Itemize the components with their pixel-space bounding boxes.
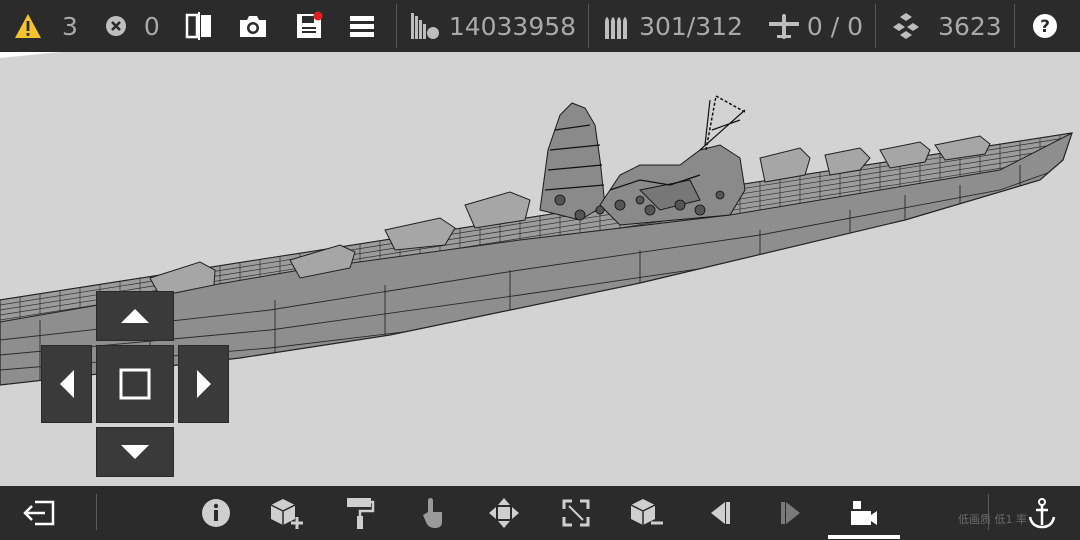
dpad-up-button[interactable] — [96, 291, 174, 341]
camera-icon — [238, 12, 268, 40]
warnings-count: 3 — [62, 11, 78, 41]
warnings-indicator[interactable]: 3 — [14, 0, 78, 52]
bottom-toolbar — [0, 486, 1080, 540]
arrow-right-icon — [195, 368, 213, 400]
watermark-text: 低画质 低1 率 — [958, 513, 1027, 526]
arrow-up-icon — [119, 307, 151, 325]
aircraft-value: 0 / 0 — [806, 11, 864, 41]
ammo-value: 301/312 — [639, 11, 743, 41]
warning-icon — [14, 13, 42, 39]
info-icon — [201, 498, 231, 528]
remove-block-icon — [629, 497, 665, 529]
resize-button[interactable] — [546, 486, 606, 540]
paint-roller-icon — [345, 496, 375, 530]
weight-value: 14033958 — [448, 11, 577, 41]
topbar-separator — [875, 4, 877, 48]
save-icon — [294, 11, 324, 41]
weight-stat: 14033958 — [409, 0, 576, 52]
error-icon — [104, 14, 128, 38]
dpad-left-button[interactable] — [41, 345, 92, 423]
exit-button[interactable] — [10, 486, 70, 540]
add-block-button[interactable] — [257, 486, 317, 540]
aircraft-stat: 0 / 0 — [767, 0, 863, 52]
dpad-center-button[interactable] — [96, 345, 174, 423]
svg-text:?: ? — [1040, 17, 1050, 37]
ammo-stat: 301/312 — [603, 0, 743, 52]
step-forward-button[interactable] — [761, 486, 821, 540]
ammo-icon — [603, 11, 631, 41]
errors-count: 0 — [143, 11, 160, 41]
touch-select-button[interactable] — [403, 486, 463, 540]
topbar-separator — [1013, 4, 1015, 48]
errors-indicator[interactable]: 0 — [104, 0, 160, 52]
step-back-button[interactable] — [690, 486, 750, 540]
parts-stat: 3623 — [890, 0, 1002, 52]
camera-view-button[interactable] — [834, 486, 894, 540]
aircraft-icon — [767, 11, 801, 41]
move-icon — [487, 496, 521, 530]
parts-icon — [890, 11, 922, 41]
dpad-right-button[interactable] — [178, 345, 229, 423]
parts-value: 3623 — [938, 11, 1002, 41]
anchor-icon — [1027, 497, 1057, 529]
step-forward-icon — [778, 500, 804, 526]
move-button[interactable] — [474, 486, 534, 540]
resize-icon — [560, 497, 592, 529]
help-button[interactable]: ? — [1031, 0, 1059, 52]
topbar-separator — [395, 4, 397, 48]
save-button[interactable] — [294, 0, 324, 52]
top-status-bar: 3 0 14033958 301/312 0 / 0 3623 ? — [0, 0, 1080, 52]
3d-viewport[interactable] — [0, 52, 1080, 486]
arrow-down-icon — [119, 443, 151, 461]
help-icon: ? — [1031, 12, 1059, 40]
menu-button[interactable] — [348, 0, 376, 52]
topbar-separator — [588, 4, 590, 48]
dpad-down-button[interactable] — [96, 427, 174, 477]
info-button[interactable] — [186, 486, 246, 540]
menu-icon — [348, 13, 376, 39]
toolbar-separator — [96, 494, 97, 530]
remove-block-button[interactable] — [617, 486, 677, 540]
exit-icon — [23, 498, 57, 528]
touch-icon — [420, 496, 446, 530]
screenshot-button[interactable] — [238, 0, 268, 52]
active-tool-indicator — [828, 535, 900, 539]
camera-view-icon — [849, 499, 879, 527]
paint-button[interactable] — [330, 486, 390, 540]
center-square-icon — [118, 367, 152, 401]
arrow-left-icon — [58, 368, 76, 400]
add-block-icon — [269, 497, 305, 529]
mirror-icon — [184, 11, 214, 41]
step-back-icon — [707, 500, 733, 526]
weight-icon — [409, 11, 439, 41]
mirror-button[interactable] — [184, 0, 214, 52]
